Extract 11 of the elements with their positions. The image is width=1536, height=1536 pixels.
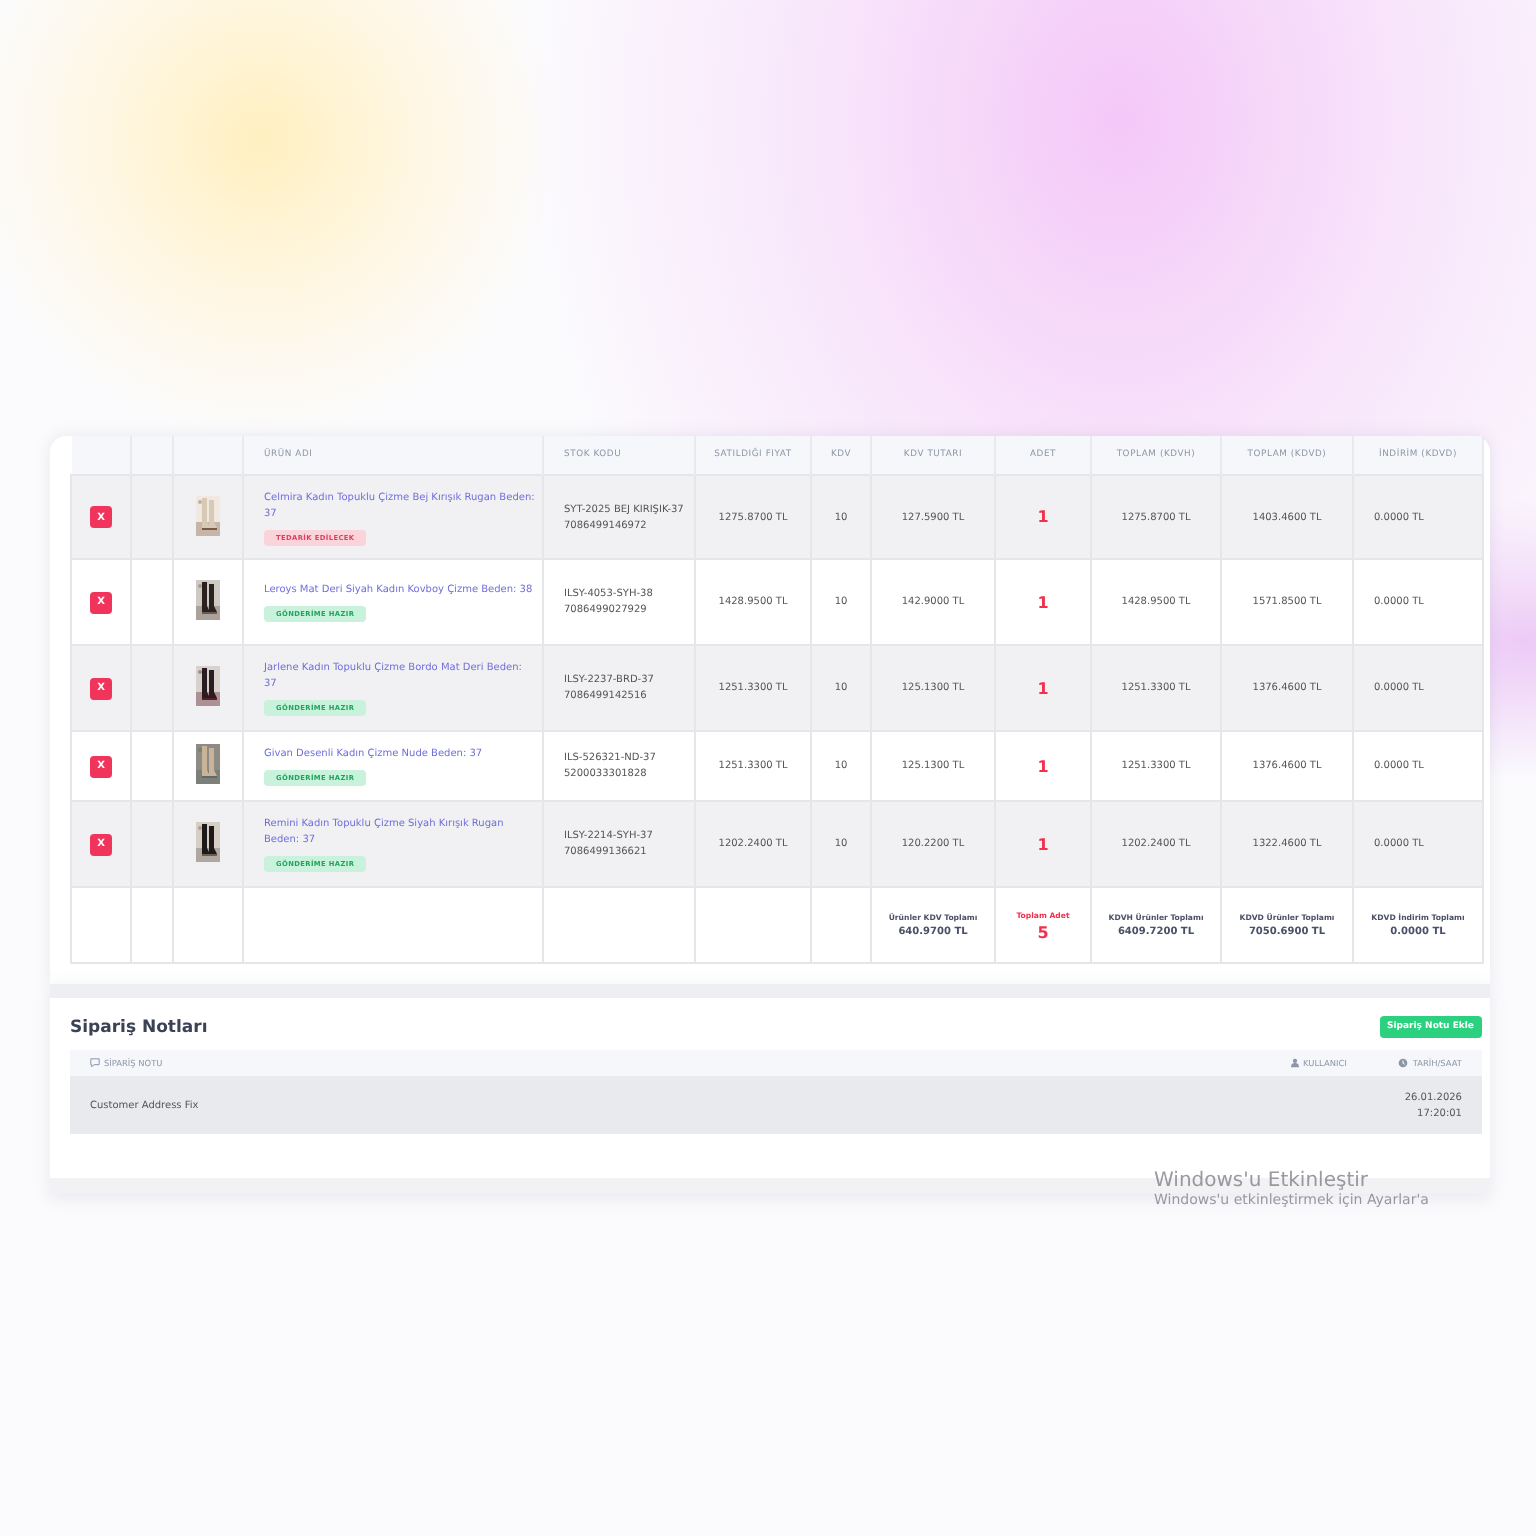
quantity: 1 xyxy=(1037,757,1049,775)
quantity: 1 xyxy=(1037,835,1049,853)
activation-title: Windows'u Etkinleştir xyxy=(1154,1170,1371,1192)
total-value: 5 xyxy=(1035,923,1051,941)
quantity: 1 xyxy=(1037,593,1049,611)
user-icon xyxy=(1289,1058,1300,1068)
clock-icon xyxy=(1398,1058,1409,1068)
quantity: 1 xyxy=(1037,508,1049,526)
comment-icon xyxy=(90,1058,100,1068)
quantity: 1 xyxy=(1037,679,1049,697)
section-title: Sipariş Notları xyxy=(70,1017,208,1037)
